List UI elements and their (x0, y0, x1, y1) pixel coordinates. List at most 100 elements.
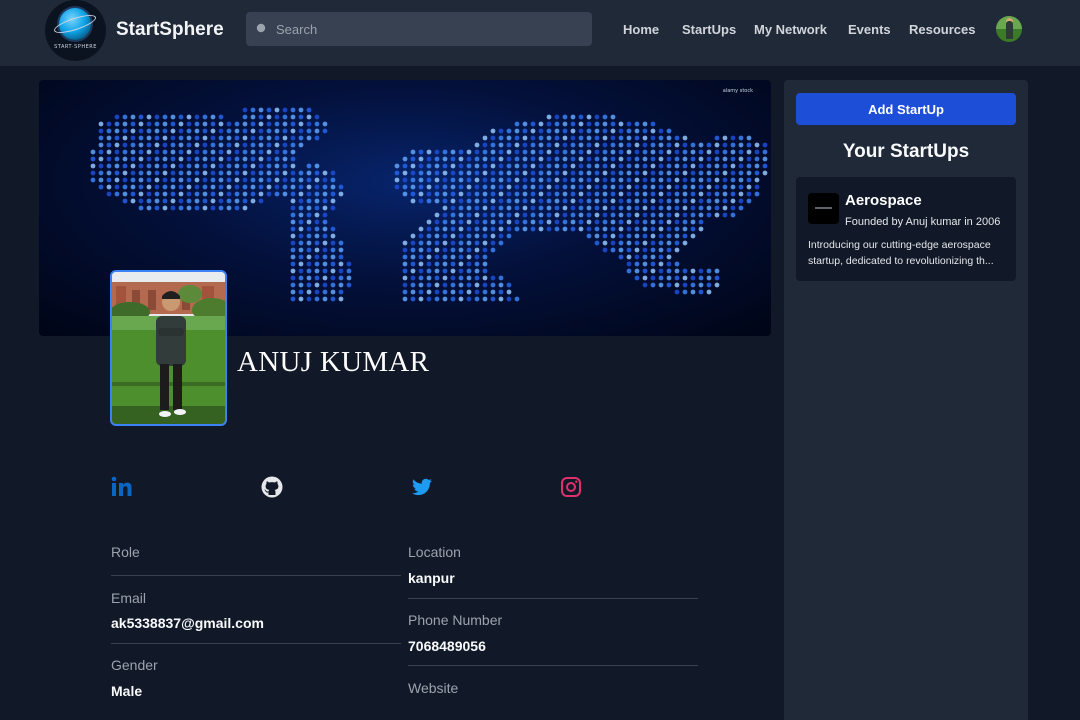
map-dot (170, 135, 176, 141)
user-avatar[interactable] (996, 16, 1022, 42)
map-dot (674, 191, 680, 197)
map-dot (234, 128, 240, 134)
map-dot (474, 233, 480, 239)
map-dot (298, 177, 304, 183)
map-dot (674, 205, 680, 211)
map-dot (234, 170, 240, 176)
map-dot (666, 240, 672, 246)
map-dot (610, 233, 616, 239)
map-dot (250, 177, 256, 183)
map-dot (522, 177, 528, 183)
nav-startups[interactable]: StartUps (682, 22, 736, 37)
map-dot (442, 170, 448, 176)
map-dot (474, 254, 480, 260)
map-dot (314, 114, 320, 120)
map-dot (562, 114, 568, 120)
map-dot (690, 191, 696, 197)
map-dot (458, 247, 464, 253)
startup-name[interactable]: Aerospace (845, 192, 922, 209)
instagram-icon[interactable] (560, 476, 582, 498)
map-dot (282, 107, 288, 113)
map-dot (330, 233, 336, 239)
map-dot (266, 163, 272, 169)
map-dot (666, 198, 672, 204)
map-dot (530, 191, 536, 197)
map-dot (618, 177, 624, 183)
map-dot (218, 156, 224, 162)
map-dot (586, 184, 592, 190)
github-icon[interactable] (261, 476, 283, 498)
map-dot (242, 142, 248, 148)
map-dot (394, 163, 400, 169)
map-dot (474, 219, 480, 225)
map-dot (298, 282, 304, 288)
map-dot (634, 128, 640, 134)
map-dot (546, 205, 552, 211)
map-dot (602, 142, 608, 148)
map-dot (170, 205, 176, 211)
map-dot (698, 170, 704, 176)
map-dot (154, 156, 160, 162)
nav-resources[interactable]: Resources (909, 22, 975, 37)
map-dot (170, 170, 176, 176)
map-dot (186, 156, 192, 162)
map-dot (594, 212, 600, 218)
add-startup-button[interactable]: Add StartUp (796, 93, 1016, 125)
map-dot (658, 156, 664, 162)
linkedin-icon[interactable] (111, 476, 133, 498)
nav-my-network[interactable]: My Network (754, 22, 827, 37)
map-dot (626, 149, 632, 155)
map-dot (442, 177, 448, 183)
map-dot (578, 128, 584, 134)
map-dot (146, 205, 152, 211)
map-dot (434, 198, 440, 204)
map-dot (402, 268, 408, 274)
brand-name[interactable]: StartSphere (116, 19, 224, 41)
nav-events[interactable]: Events (848, 22, 891, 37)
map-dot (154, 149, 160, 155)
map-dot (586, 226, 592, 232)
map-dot (498, 219, 504, 225)
map-dot (322, 121, 328, 127)
map-dot (306, 177, 312, 183)
map-dot (570, 191, 576, 197)
profile-picture[interactable] (110, 270, 227, 426)
map-dot (106, 191, 112, 197)
map-dot (546, 156, 552, 162)
map-dot (754, 191, 760, 197)
map-dot (634, 233, 640, 239)
map-dot (306, 205, 312, 211)
map-dot (450, 268, 456, 274)
map-dot (450, 282, 456, 288)
map-dot (298, 247, 304, 253)
map-dot (554, 191, 560, 197)
map-dot (330, 177, 336, 183)
twitter-icon[interactable] (411, 476, 433, 498)
map-dot (322, 219, 328, 225)
startsphere-logo[interactable]: START·SPHERE (45, 0, 106, 61)
map-dot (322, 198, 328, 204)
search-input[interactable] (276, 12, 586, 46)
map-dot (138, 163, 144, 169)
map-dot (258, 156, 264, 162)
map-dot (90, 170, 96, 176)
map-dot (130, 198, 136, 204)
map-dot (498, 282, 504, 288)
map-dot (722, 142, 728, 148)
map-dot (194, 128, 200, 134)
map-dot (258, 114, 264, 120)
map-dot (674, 282, 680, 288)
map-dot (642, 135, 648, 141)
map-dot (482, 261, 488, 267)
map-dot (410, 289, 416, 295)
logo-text: START·SPHERE (54, 44, 97, 50)
map-dot (194, 177, 200, 183)
map-dot (570, 205, 576, 211)
map-dot (674, 149, 680, 155)
map-dot (642, 177, 648, 183)
map-dot (682, 275, 688, 281)
map-dot (146, 149, 152, 155)
map-dot (498, 142, 504, 148)
map-dot (434, 233, 440, 239)
nav-home[interactable]: Home (623, 22, 659, 37)
